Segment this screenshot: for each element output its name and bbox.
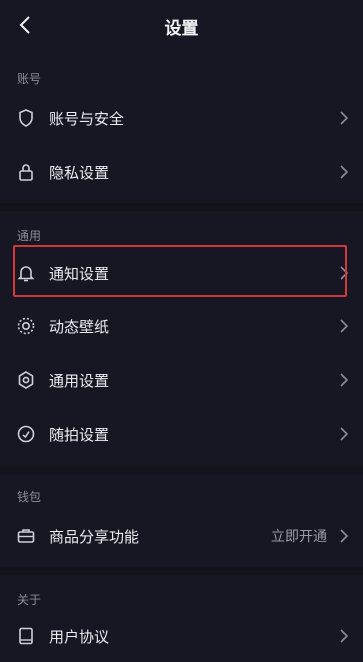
lock-icon bbox=[16, 162, 36, 182]
briefcase-icon bbox=[16, 526, 36, 546]
page-title: 设置 bbox=[164, 19, 199, 39]
row-label: 账号与安全 bbox=[49, 109, 125, 128]
row-label: 隐私设置 bbox=[49, 163, 110, 182]
shield-icon bbox=[16, 108, 36, 128]
section-divider bbox=[0, 203, 363, 211]
top-bar: 设置 bbox=[0, 0, 363, 52]
chevron-right-icon bbox=[339, 628, 349, 644]
clock-icon bbox=[16, 424, 36, 444]
row-account-security[interactable]: 账号与安全 bbox=[0, 92, 363, 144]
section-label-about: 关于 bbox=[17, 593, 42, 607]
chevron-right-icon bbox=[339, 318, 349, 334]
chevron-right-icon bbox=[339, 110, 349, 126]
wallpaper-icon bbox=[16, 316, 36, 336]
row-product-share[interactable]: 商品分享功能 立即开通 bbox=[0, 510, 363, 562]
gear-icon bbox=[16, 370, 36, 390]
row-label: 动态壁纸 bbox=[49, 317, 110, 336]
row-label: 用户协议 bbox=[49, 627, 110, 646]
chevron-right-icon bbox=[339, 426, 349, 442]
section-label-general: 通用 bbox=[17, 229, 42, 243]
row-label: 通用设置 bbox=[49, 371, 110, 390]
row-user-agreement[interactable]: 用户协议 bbox=[0, 610, 363, 662]
book-icon bbox=[16, 626, 36, 646]
section-divider bbox=[0, 466, 363, 474]
row-dynamic-wallpaper[interactable]: 动态壁纸 bbox=[0, 300, 363, 352]
activate-now-text: 立即开通 bbox=[271, 529, 327, 545]
section-label-account: 账号 bbox=[17, 72, 42, 86]
chevron-right-icon bbox=[339, 164, 349, 180]
row-label: 随拍设置 bbox=[49, 425, 110, 444]
row-privacy[interactable]: 隐私设置 bbox=[0, 146, 363, 198]
highlight-box bbox=[13, 245, 347, 297]
section-divider bbox=[0, 567, 363, 575]
section-label-wallet: 钱包 bbox=[17, 490, 42, 504]
row-capture-settings[interactable]: 随拍设置 bbox=[0, 408, 363, 460]
chevron-right-icon bbox=[339, 372, 349, 388]
row-general-settings[interactable]: 通用设置 bbox=[0, 354, 363, 406]
chevron-right-icon bbox=[339, 528, 349, 544]
row-label: 商品分享功能 bbox=[49, 527, 140, 546]
